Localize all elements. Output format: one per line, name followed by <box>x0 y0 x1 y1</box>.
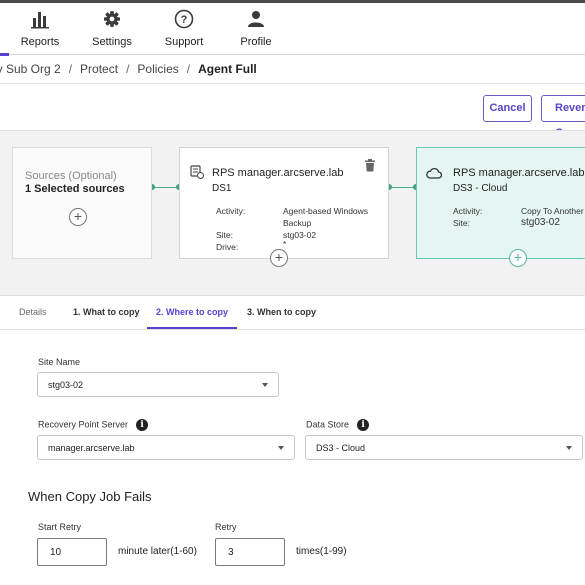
copy-job-fails-heading: When Copy Job Fails <box>28 489 152 504</box>
site-name-label: Site Name <box>38 357 81 367</box>
trash-icon[interactable] <box>364 159 376 177</box>
site-value: stg03-02 <box>283 230 317 240</box>
cancel-button[interactable]: Cancel <box>483 95 532 122</box>
datastore-value: DS3 - Cloud <box>316 443 366 453</box>
chevron-down-icon <box>262 383 268 387</box>
help-icon: ? <box>144 9 224 31</box>
datastore-label-text: Data Store <box>306 419 350 430</box>
user-icon <box>216 9 296 31</box>
add-destination-button[interactable]: + <box>509 249 527 267</box>
retry-input[interactable]: 3 <box>215 538 285 566</box>
start-retry-value: 10 <box>50 547 62 558</box>
datastore-select[interactable]: DS3 - Cloud <box>305 435 583 460</box>
chevron-down-icon <box>278 446 284 450</box>
rps-label-text: Recovery Point Server <box>38 419 129 430</box>
rps-datastore: DS3 - Cloud <box>453 183 508 194</box>
rps-card-ds3-cloud[interactable]: RPS manager.arcserve.lab DS3 - Cloud Act… <box>416 147 585 267</box>
source-card[interactable]: Sources (Optional) 1 Selected sources + <box>12 147 152 259</box>
activity-label: Activity: <box>216 206 246 216</box>
site-name-select[interactable]: stg03-02 <box>37 372 279 397</box>
chevron-down-icon <box>566 446 572 450</box>
breadcrumb-separator: / <box>126 62 130 76</box>
add-destination-button[interactable]: + <box>270 249 288 267</box>
rps-select[interactable]: manager.arcserve.lab <box>37 435 295 460</box>
nav-label: Settings <box>92 36 132 48</box>
activity-value: Agent-based Windows <box>283 206 369 216</box>
breadcrumb-item-org[interactable]: ly Sub Org 2 <box>0 62 61 76</box>
breadcrumb-current: Agent Full <box>198 62 257 76</box>
rps-title: RPS manager.arcserve.lab <box>212 167 344 179</box>
breadcrumb-item-protect[interactable]: Protect <box>80 62 118 76</box>
info-icon[interactable]: i <box>357 419 370 431</box>
nav-label: Support <box>164 36 204 48</box>
top-nav: Reports Settings ? Support Profile <box>0 3 585 56</box>
server-icon <box>190 165 204 184</box>
site-label: Site: <box>453 218 471 228</box>
rps-card-ds1[interactable]: RPS manager.arcserve.lab DS1 Activity: A… <box>179 147 389 267</box>
retry-label: Retry <box>215 522 237 532</box>
breadcrumb: ly Sub Org 2 / Protect / Policies / Agent Full <box>0 62 257 76</box>
nav-label: Reports <box>20 36 60 48</box>
svg-text:?: ? <box>181 14 188 26</box>
retry-suffix: times(1-99) <box>296 546 347 557</box>
nav-active-indicator <box>0 53 9 56</box>
rps-value: manager.arcserve.lab <box>48 443 135 453</box>
nav-settings[interactable]: Settings <box>72 9 152 48</box>
drive-value: * <box>283 239 287 249</box>
drive-label: Drive: <box>216 242 239 252</box>
tab-when-to-copy[interactable]: 3. When to copy <box>247 296 316 329</box>
nav-reports[interactable]: Reports <box>0 9 80 48</box>
datastore-label: Data Store i <box>306 419 370 431</box>
source-count: 1 Selected sources <box>25 183 125 195</box>
breadcrumb-item-policies[interactable]: Policies <box>137 62 178 76</box>
activity-label: Activity: <box>453 206 483 216</box>
tab-what-to-copy[interactable]: 1. What to copy <box>73 296 140 329</box>
cloud-icon <box>426 166 443 184</box>
activity-value: Copy To Another Da <box>521 206 585 216</box>
tab-where-to-copy[interactable]: 2. Where to copy <box>147 296 238 329</box>
tab-bar: Details 1. What to copy 2. Where to copy… <box>0 296 585 330</box>
tab-details[interactable]: Details <box>19 296 47 329</box>
site-label: Site: <box>216 230 234 240</box>
rps-label: Recovery Point Server i <box>38 419 149 431</box>
start-retry-input[interactable]: 10 <box>37 538 107 566</box>
breadcrumb-separator: / <box>186 62 191 76</box>
activity-value-cont: Backup <box>283 218 312 228</box>
nav-label: Profile <box>240 36 272 48</box>
bar-chart-icon <box>0 9 80 31</box>
nav-profile[interactable]: Profile <box>216 9 296 48</box>
source-title: Sources (Optional) <box>25 170 117 182</box>
revert-button[interactable]: Revert C <box>541 95 585 139</box>
rps-title: RPS manager.arcserve.lab <box>453 167 585 179</box>
add-source-button[interactable]: + <box>69 208 87 226</box>
connector-line <box>152 187 179 188</box>
site-value: stg03-02 <box>521 217 560 228</box>
nav-support[interactable]: ? Support <box>144 9 224 48</box>
breadcrumb-separator: / <box>68 62 73 76</box>
info-icon[interactable]: i <box>136 419 149 431</box>
start-retry-suffix: minute later(1-60) <box>118 546 197 557</box>
retry-value: 3 <box>228 547 234 558</box>
start-retry-label: Start Retry <box>38 522 82 532</box>
connector-line <box>389 187 416 188</box>
rps-datastore: DS1 <box>212 183 232 194</box>
site-name-value: stg03-02 <box>48 380 84 390</box>
gear-icon <box>72 9 152 31</box>
